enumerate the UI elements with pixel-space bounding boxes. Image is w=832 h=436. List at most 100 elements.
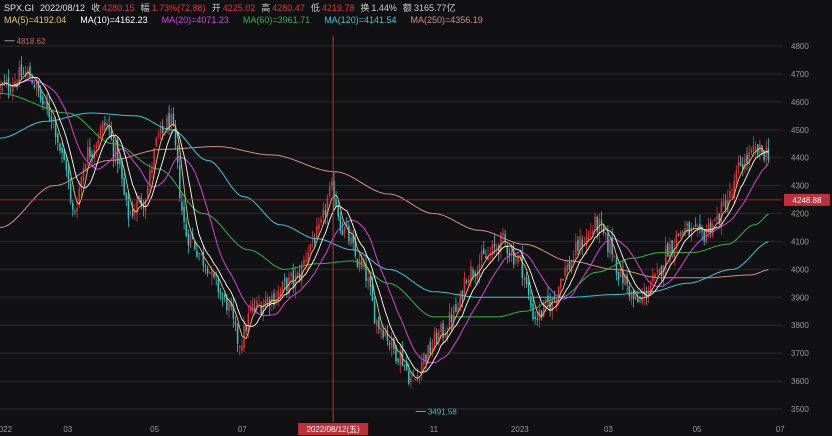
candle-body (408, 370, 410, 384)
candle-body (450, 315, 453, 323)
candle-body (322, 209, 324, 218)
candle-body (724, 200, 727, 210)
candle-body (403, 364, 406, 366)
candle-body (157, 134, 160, 136)
y-tick-label: 4100 (791, 237, 809, 246)
candle-body (658, 268, 661, 274)
candle-body (211, 270, 213, 276)
candle-body (59, 143, 61, 151)
candle-body (367, 278, 369, 282)
candle-body (69, 183, 72, 203)
candle-body (697, 226, 699, 228)
candle-body (735, 170, 738, 182)
ma250-line (0, 146, 769, 279)
candle-body (119, 159, 121, 165)
y-tick-label: 4200 (791, 210, 809, 219)
candle-body (341, 230, 344, 235)
candle-body (500, 232, 502, 251)
y-tick-label: 3700 (791, 349, 809, 358)
ma5-line (0, 71, 769, 379)
candle-body (309, 243, 312, 251)
candle-body (767, 147, 770, 160)
candle-body (131, 208, 134, 217)
candle-body (179, 165, 181, 198)
candle-body (534, 316, 536, 320)
candle-body (67, 170, 70, 181)
candle-body (247, 313, 250, 332)
candle-body (410, 377, 412, 382)
candle-body (219, 292, 222, 294)
candle-body (720, 202, 723, 227)
candle-body (52, 118, 55, 120)
candle-body (151, 168, 153, 174)
candle-body (61, 147, 63, 154)
candle-body (350, 237, 352, 245)
candle-body (536, 319, 539, 320)
candle-body (245, 326, 247, 332)
candle-body (181, 201, 183, 211)
candle-body (294, 275, 297, 289)
candle-body (714, 219, 716, 221)
y-tick-label: 3600 (791, 377, 809, 386)
candle-body (482, 248, 485, 255)
candle-body (277, 291, 280, 302)
candle-body (153, 148, 155, 169)
candle-body (65, 160, 68, 171)
candle-body (502, 233, 504, 237)
candle-body (557, 286, 560, 298)
candle-body (209, 272, 211, 274)
candle-body (266, 296, 269, 304)
candle-body (378, 317, 380, 330)
candle-body (316, 226, 318, 240)
plot-area[interactable]: 3500 3600 3700 3800 3900 4000 4100 4200 4300 4400… (0, 0, 832, 436)
candle-body (519, 255, 521, 256)
candle-body (76, 207, 78, 212)
x-tick-label: 2022 (0, 425, 13, 434)
candle-body (709, 222, 712, 233)
candle-body (228, 301, 230, 311)
stock-chart[interactable]: SPX.GI 2022/08/12 收 4280.15 幅 1.73%(72.88) 开 42… (0, 0, 832, 436)
candle-body (677, 233, 680, 236)
candle-body (617, 271, 620, 280)
candle-body (442, 323, 444, 339)
candle-body (22, 73, 25, 75)
candle-body (320, 219, 322, 223)
candle-body (594, 216, 596, 228)
candle-body (607, 233, 609, 253)
candle-body (448, 312, 451, 330)
x-tick-label: 07 (238, 425, 247, 434)
candle-body (324, 210, 327, 215)
candle-body (348, 225, 350, 242)
candle-body (493, 243, 496, 247)
candle-body (189, 234, 192, 248)
candle-body (575, 242, 577, 256)
candle-body (356, 259, 359, 267)
x-tick-label: 11 (430, 425, 439, 434)
candle-body (455, 304, 457, 313)
candle-body (641, 296, 643, 303)
candle-body (183, 206, 185, 223)
candle-body (236, 324, 239, 344)
candle-body (95, 144, 98, 149)
candle-body (572, 259, 575, 261)
candle-body (82, 168, 85, 181)
x-tick-label: 05 (693, 425, 702, 434)
candle-body (292, 270, 295, 285)
candle-body (397, 358, 399, 362)
candle-body (750, 149, 753, 153)
candle-body (667, 243, 669, 257)
candle-body (74, 210, 76, 212)
candle-body (279, 290, 282, 296)
ma20-line (0, 79, 769, 364)
candle-body (196, 250, 198, 257)
candle-body (369, 276, 372, 287)
candle-body (705, 231, 708, 243)
candle-body (318, 223, 320, 230)
candle-body (373, 301, 376, 324)
candle-body (39, 91, 42, 101)
candle-body (283, 279, 286, 281)
candle-body (384, 331, 387, 336)
candle-body (429, 342, 432, 354)
candle-body (129, 212, 132, 215)
candle-body (521, 254, 524, 278)
